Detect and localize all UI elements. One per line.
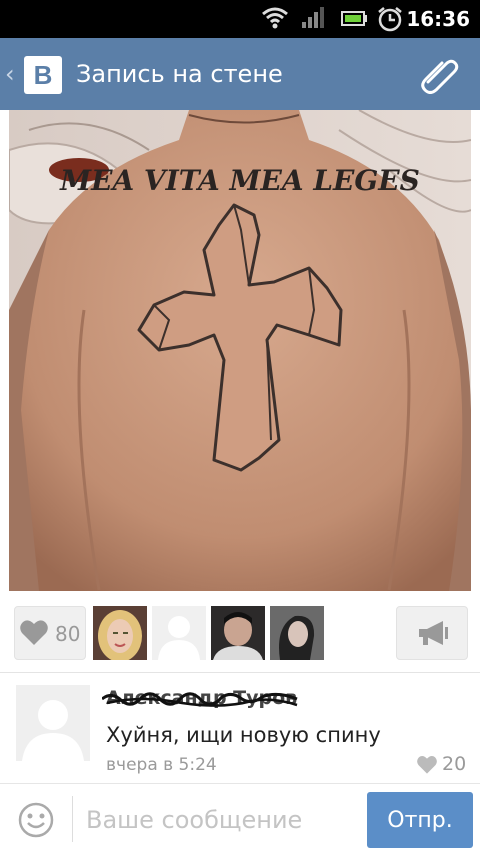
tattoo-text: MEA VITA MEA LEGES: [59, 164, 420, 197]
comment-text: Хуйня, ищи новую спину: [106, 723, 381, 747]
share-button[interactable]: [396, 606, 468, 660]
signal-icon: [302, 7, 324, 28]
tattoo-photo-image: MEA VITA MEA LEGES: [9, 110, 471, 591]
comment-like-count: 20: [442, 753, 467, 775]
avatar-man: [211, 606, 265, 660]
avatar-woman-dark: [270, 606, 324, 660]
comment-item[interactable]: Александр Туров Хуйня, ищи новую спину в…: [0, 673, 480, 783]
liker-avatar-1[interactable]: [93, 606, 147, 662]
page-title: Запись на стене: [76, 60, 283, 88]
scribble-overlay: [102, 692, 298, 707]
input-divider: [72, 796, 73, 842]
liker-avatar-4[interactable]: [270, 606, 324, 660]
like-count: 80: [55, 622, 81, 646]
battery-icon: [341, 11, 367, 26]
status-bar: 16:36: [0, 0, 480, 38]
like-button[interactable]: 80: [14, 606, 86, 660]
post-photo[interactable]: MEA VITA MEA LEGES: [9, 110, 471, 591]
liker-avatar-3[interactable]: [211, 606, 265, 660]
avatar-placeholder-icon: [152, 606, 206, 660]
megaphone-icon: [419, 621, 448, 645]
wifi-icon: [262, 7, 288, 29]
back-chevron-icon[interactable]: ‹: [5, 60, 15, 88]
avatar-placeholder-icon: [16, 685, 90, 761]
liker-avatar-2[interactable]: [152, 606, 206, 660]
comment-time: вчера в 5:24: [106, 755, 217, 775]
emoji-icon[interactable]: [18, 802, 54, 838]
heart-icon[interactable]: [416, 755, 438, 775]
avatar-blonde-woman: [93, 606, 147, 662]
comment-avatar[interactable]: [16, 685, 90, 761]
clock: 16:36: [406, 7, 470, 31]
composer-bar: Отпр.: [0, 783, 480, 855]
likes-bar: 80: [0, 600, 480, 670]
send-button[interactable]: Отпр.: [367, 792, 473, 848]
vk-logo[interactable]: B: [24, 56, 62, 94]
paperclip-icon[interactable]: [420, 54, 462, 94]
app-header: ‹ B Запись на стене: [0, 38, 480, 110]
heart-icon: [20, 620, 48, 645]
message-input[interactable]: [84, 798, 358, 842]
alarm-icon: [378, 7, 402, 32]
